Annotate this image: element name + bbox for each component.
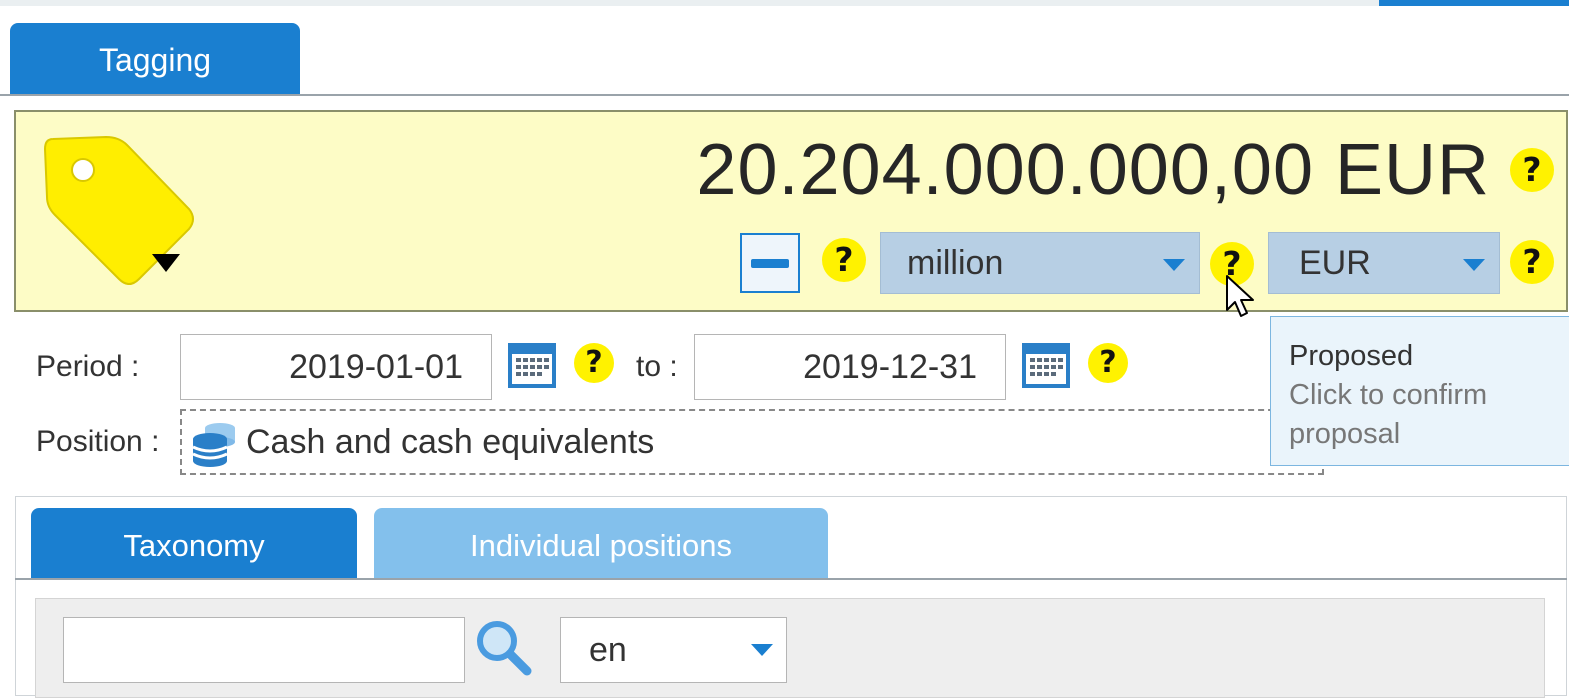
currency-select[interactable]: EUR bbox=[1268, 232, 1500, 294]
tooltip-title: Proposed bbox=[1289, 340, 1414, 372]
position-value: Cash and cash equivalents bbox=[246, 423, 655, 461]
amount-value: 20.204.000.000,00 EUR bbox=[696, 130, 1490, 210]
sign-help-icon[interactable]: ? bbox=[822, 238, 866, 282]
proposal-tooltip: Proposed Click to confirm proposal bbox=[1270, 316, 1569, 466]
tab-taxonomy[interactable]: Taxonomy bbox=[31, 508, 357, 580]
chevron-down-icon bbox=[751, 644, 773, 656]
sub-tab-divider bbox=[15, 578, 1567, 580]
calendar-icon[interactable] bbox=[507, 340, 557, 390]
top-strip-accent bbox=[1379, 0, 1569, 6]
tab-tagging[interactable]: Tagging bbox=[10, 23, 300, 95]
period-to-label: to : bbox=[636, 350, 678, 383]
calendar-icon[interactable] bbox=[1021, 340, 1071, 390]
amount-help-icon[interactable]: ? bbox=[1510, 148, 1554, 192]
scale-select[interactable]: million bbox=[880, 232, 1200, 294]
top-strip bbox=[0, 0, 1569, 6]
tag-dropdown-arrow-icon[interactable] bbox=[152, 254, 180, 272]
chevron-down-icon bbox=[1163, 259, 1185, 271]
currency-select-value: EUR bbox=[1299, 244, 1371, 282]
amount-panel: 20.204.000.000,00 EUR ? ? million ? EUR … bbox=[14, 110, 1568, 312]
magnifier-icon[interactable] bbox=[473, 617, 535, 677]
chevron-down-icon bbox=[1463, 259, 1485, 271]
database-icon bbox=[192, 423, 235, 467]
tooltip-line-1: Click to confirm bbox=[1289, 379, 1488, 411]
search-input[interactable] bbox=[63, 617, 465, 683]
tab-divider bbox=[0, 94, 1569, 96]
period-to-help-icon[interactable]: ? bbox=[1088, 343, 1128, 383]
sign-toggle-button[interactable] bbox=[740, 233, 800, 293]
currency-help-icon[interactable]: ? bbox=[1510, 240, 1554, 284]
position-field[interactable]: Cash and cash equivalents bbox=[180, 409, 1324, 475]
period-to-input[interactable]: 2019-12-31 bbox=[694, 334, 1006, 400]
period-label: Period : bbox=[36, 350, 140, 383]
position-label: Position : bbox=[36, 425, 160, 458]
tab-individual-positions[interactable]: Individual positions bbox=[374, 508, 828, 580]
language-select[interactable]: en bbox=[560, 617, 787, 683]
period-from-input[interactable]: 2019-01-01 bbox=[180, 334, 492, 400]
tooltip-line-2: proposal bbox=[1289, 418, 1401, 450]
mouse-cursor-icon bbox=[1226, 275, 1254, 317]
scale-select-value: million bbox=[907, 244, 1004, 282]
language-select-value: en bbox=[589, 631, 627, 669]
minus-icon bbox=[751, 259, 789, 268]
period-from-help-icon[interactable]: ? bbox=[574, 343, 614, 383]
